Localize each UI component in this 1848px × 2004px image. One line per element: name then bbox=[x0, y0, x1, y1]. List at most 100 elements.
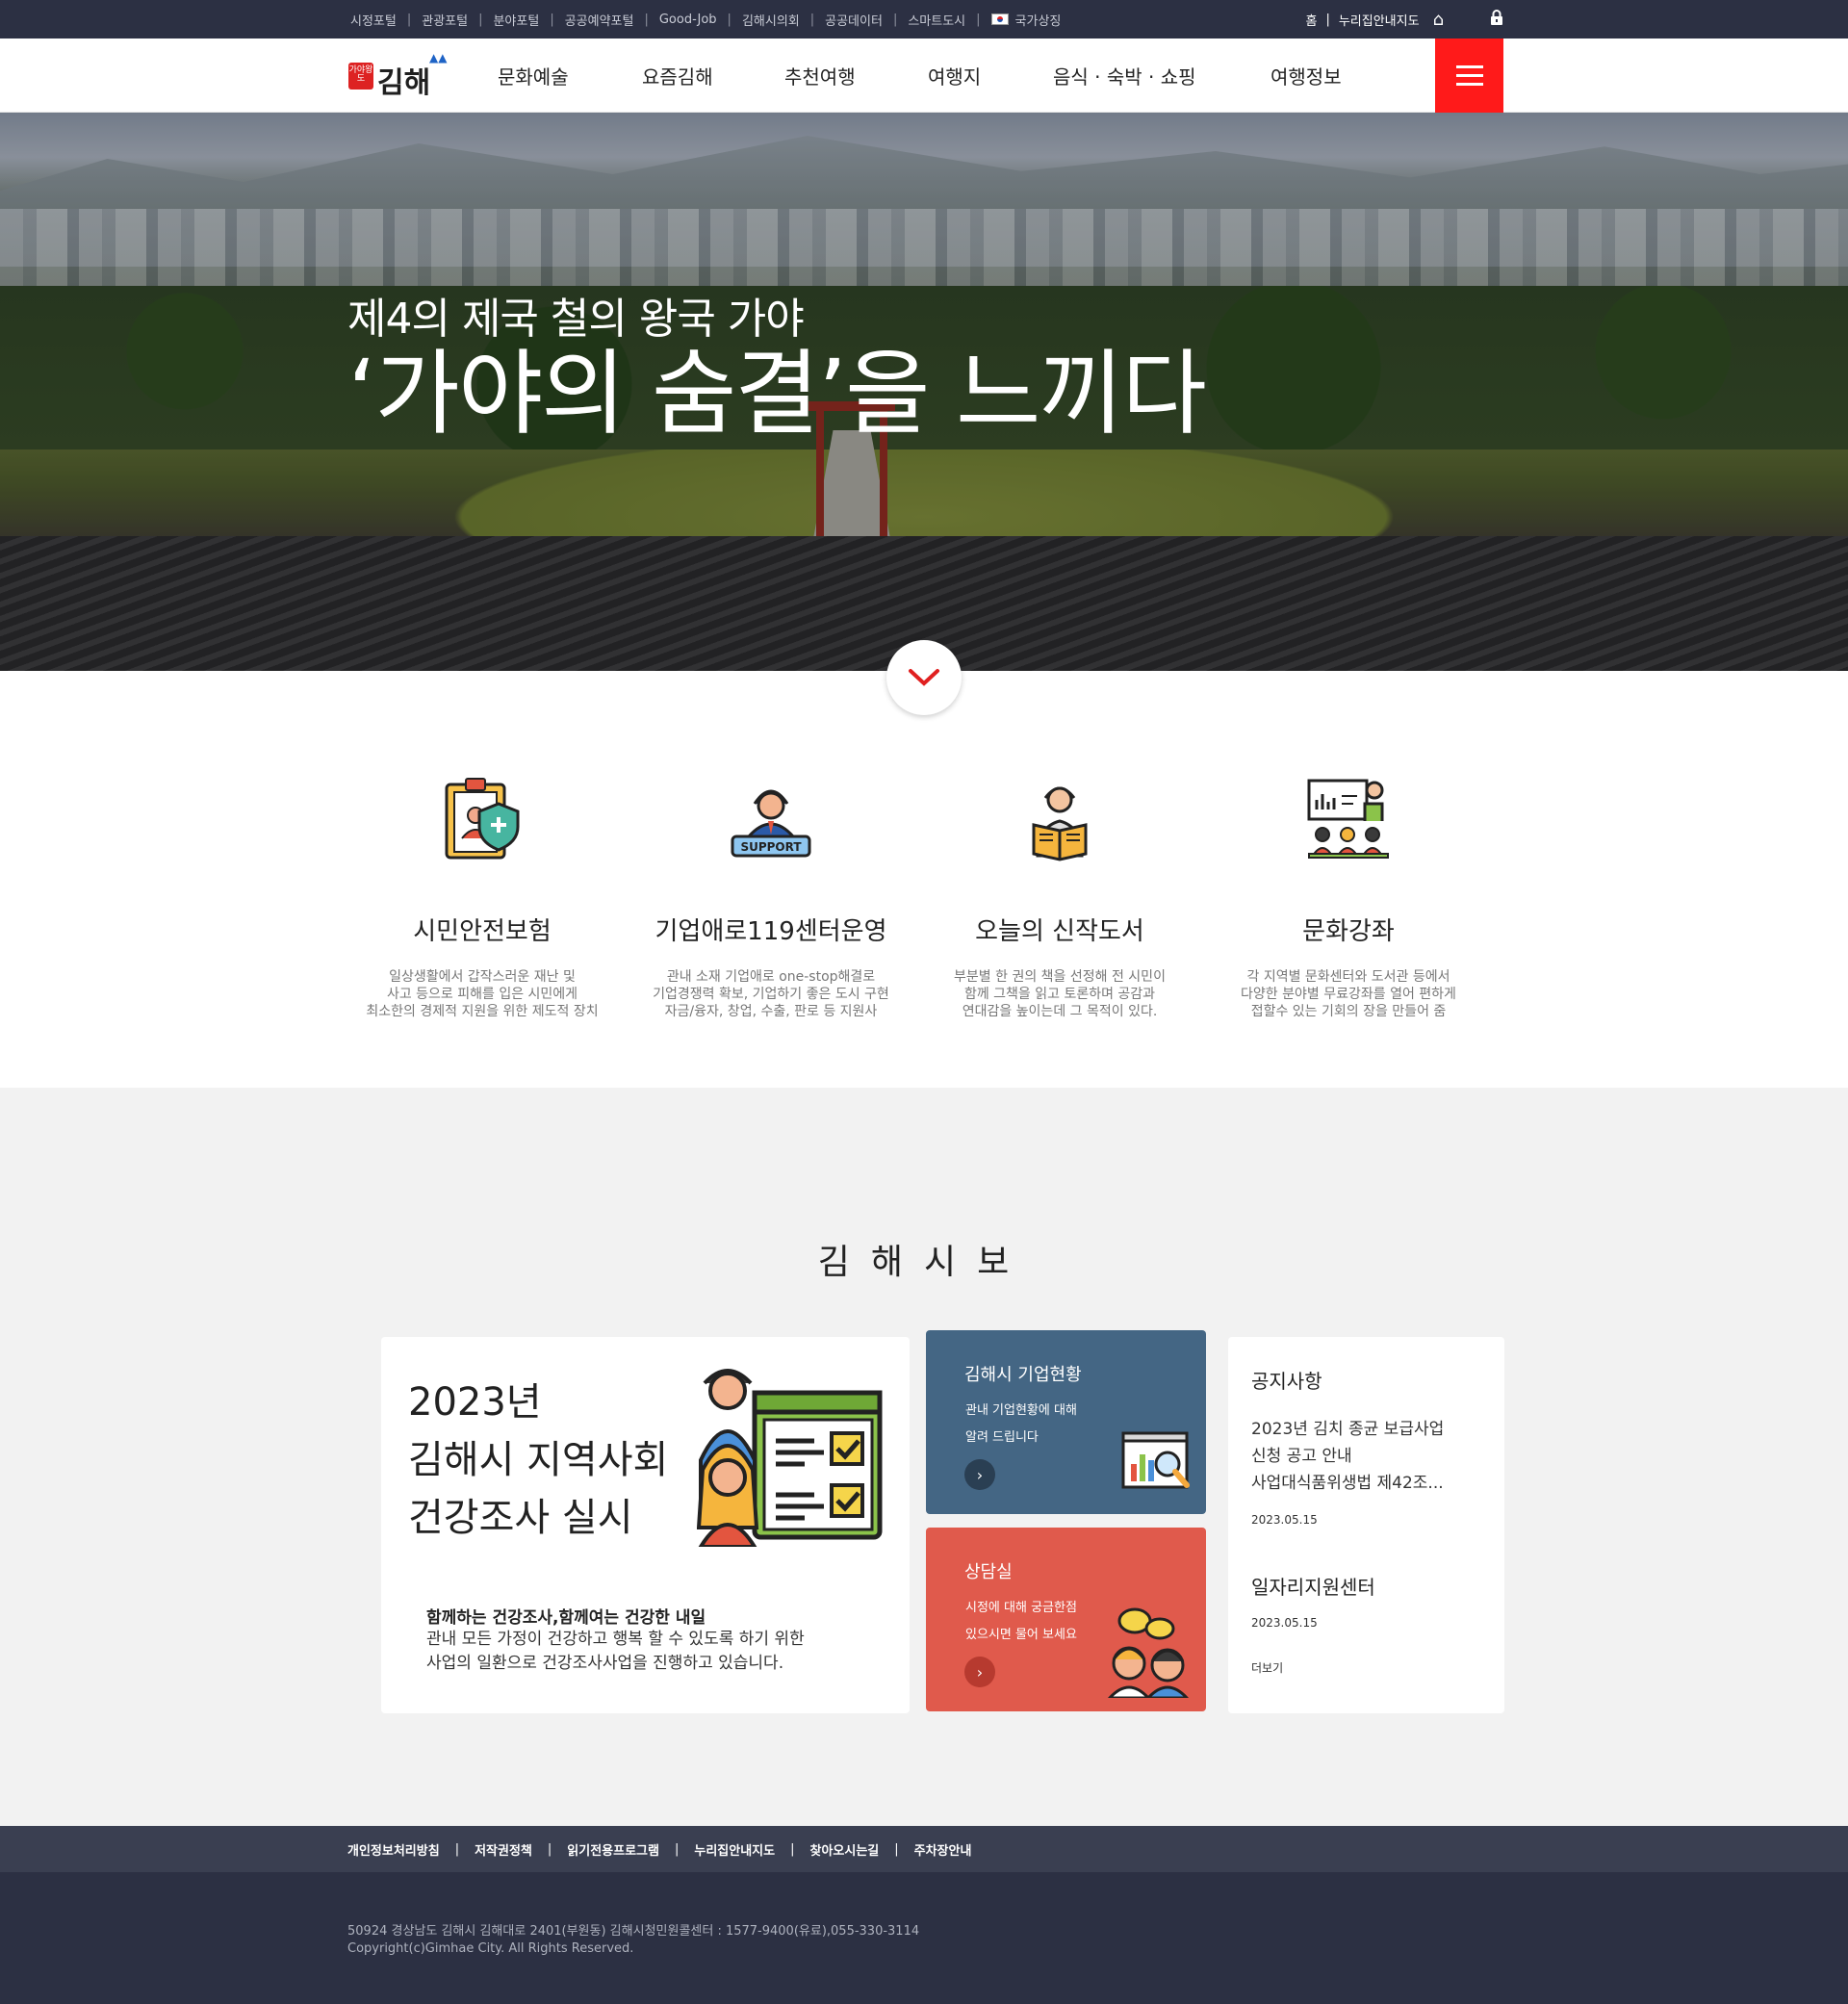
chevron-down-icon bbox=[909, 669, 939, 686]
service-desc: 관내 소재 기업애로 one-stop해결로 기업경쟁력 확보, 기업하기 좋은… bbox=[653, 969, 889, 1019]
service-title: 시민안전보험 bbox=[413, 917, 552, 946]
footer-link-directions[interactable]: 찾아오시는길 bbox=[809, 1840, 879, 1859]
gimhae-logo[interactable]: 가야왕도 김해 ▲▲ bbox=[348, 51, 454, 100]
service-title: 문화강좌 bbox=[1302, 917, 1395, 946]
portal-link[interactable]: 스마트도시 bbox=[908, 11, 965, 29]
portal-link[interactable]: 공공데이터 bbox=[825, 11, 883, 29]
logo-badge: 가야왕도 bbox=[348, 63, 373, 90]
chat-people-icon bbox=[1106, 1606, 1193, 1702]
reading-book-icon bbox=[1016, 775, 1103, 861]
service-desc: 부분별 한 권의 책을 선정해 전 시민이 함께 그책을 읽고 토론하며 공감과… bbox=[954, 969, 1166, 1019]
separator: | bbox=[790, 1841, 795, 1857]
card-title: 김해시 기업현황 bbox=[964, 1365, 1082, 1385]
separator: | bbox=[406, 12, 412, 27]
sitemap-link[interactable]: 누리집안내지도 bbox=[1339, 11, 1420, 29]
footer-link-privacy[interactable]: 개인정보처리방침 bbox=[347, 1840, 440, 1859]
more-link[interactable]: 더보기 bbox=[1251, 1659, 1283, 1676]
portal-link[interactable]: 시정포털 bbox=[350, 11, 397, 29]
card-desc: 시정에 대해 궁금한점 있으시면 물어 보세요 bbox=[965, 1601, 1077, 1642]
service-item[interactable]: 문화강좌 각 지역별 문화센터와 도서관 등에서 다양한 분야별 무료강좌를 열… bbox=[1219, 775, 1478, 1020]
logo-mark-icon: ▲▲ bbox=[429, 51, 448, 64]
separator: | bbox=[454, 1841, 460, 1857]
survey-checklist-icon bbox=[696, 1364, 889, 1549]
portal-link[interactable]: 관광포털 bbox=[422, 11, 468, 29]
card-title: 상담실 bbox=[964, 1562, 1013, 1582]
lecture-icon bbox=[1305, 775, 1392, 861]
hero-banner: 제4의 제국 철의 왕국 가야 ‘가야의 숨결’을 느끼다 bbox=[0, 113, 1848, 671]
separator: | bbox=[809, 12, 815, 27]
counseling-card[interactable]: 상담실 시정에 대해 궁금한점 있으시면 물어 보세요 › bbox=[926, 1528, 1206, 1711]
notice-date: 2023.05.15 bbox=[1251, 1513, 1318, 1527]
notice-card: 공지사항 2023년 김치 종균 보급사업 신청 공고 안내 사업대식품위생법 … bbox=[1228, 1337, 1504, 1713]
portal-link[interactable]: 김해시의회 bbox=[742, 11, 800, 29]
utility-bar: 시정포털 | 관광포털 | 분야포털 | 공공예약포털 | Good-Job | 김해시의… bbox=[0, 0, 1848, 39]
menu-icon[interactable] bbox=[1435, 39, 1503, 113]
safety-insurance-icon bbox=[439, 775, 526, 861]
separator: | bbox=[1325, 12, 1330, 27]
national-symbol-link[interactable]: 국가상징 bbox=[1015, 11, 1062, 29]
nav-item-recommended-trip[interactable]: 추천여행 bbox=[784, 39, 856, 113]
portal-links: 시정포털 | 관광포털 | 분야포털 | 공공예약포털 | Good-Job | 김해시의… bbox=[350, 0, 1061, 39]
footer-links: 개인정보처리방침 | 저작권정책 | 읽기전용프로그램 | 누리집안내지도 | 찾아오시… bbox=[347, 1840, 971, 1859]
svg-text:SUPPORT: SUPPORT bbox=[740, 840, 802, 854]
footer: 50924 경상남도 김해시 김해대로 2401(부원동) 김해시청민원콜센터 … bbox=[0, 1872, 1848, 2004]
separator: | bbox=[674, 1841, 680, 1857]
separator: | bbox=[892, 12, 898, 27]
service-item[interactable]: 시민안전보험 일상생활에서 갑작스러운 재난 및 사고 등으로 피해를 입은 시… bbox=[352, 775, 612, 1020]
nav-item-culture[interactable]: 문화예술 bbox=[498, 39, 569, 113]
footer-link-parking[interactable]: 주차장안내 bbox=[914, 1840, 972, 1859]
separator: | bbox=[976, 12, 981, 27]
featured-sub-text: 관내 모든 가정이 건강하고 행복 할 수 있도록 하기 위한 사업의 일환으로… bbox=[426, 1630, 805, 1673]
hero-subtitle: 제4의 제국 철의 왕국 가야 bbox=[347, 295, 805, 344]
korea-flag-icon bbox=[990, 13, 1009, 25]
nav-item-destinations[interactable]: 여행지 bbox=[928, 39, 981, 113]
service-desc: 각 지역별 문화센터와 도서관 등에서 다양한 분야별 무료강좌를 열어 편하게… bbox=[1241, 969, 1456, 1019]
gimhae-bulletin-section bbox=[0, 1088, 1848, 1826]
service-item[interactable]: 오늘의 신작도서 부분별 한 권의 책을 선정해 전 시민이 함께 그책을 읽고… bbox=[930, 775, 1190, 1020]
chevron-right-icon[interactable]: › bbox=[964, 1459, 995, 1490]
portal-link[interactable]: Good-Job bbox=[659, 13, 717, 27]
lock-icon[interactable] bbox=[1490, 9, 1503, 30]
utility-right: 홈 | 누리집안내지도 ⌂ bbox=[1305, 0, 1503, 39]
business-status-card[interactable]: 김해시 기업현황 관내 기업현황에 대해 알려 드립니다 › bbox=[926, 1330, 1206, 1514]
nav-item-travel-info[interactable]: 여행정보 bbox=[1270, 39, 1342, 113]
featured-headline: 2023년 김해시 지역사회 건강조사 실시 bbox=[408, 1380, 669, 1540]
notice-item[interactable]: 2023년 김치 종균 보급사업 신청 공고 안내 사업대식품위생법 제42조.… bbox=[1251, 1416, 1492, 1497]
featured-sub-bold: 함께하는 건강조사,함께여는 건강한 내일 bbox=[426, 1608, 706, 1628]
service-title: 오늘의 신작도서 bbox=[975, 917, 1144, 946]
logo-text: 김해 bbox=[377, 66, 431, 100]
job-center-date: 2023.05.15 bbox=[1251, 1616, 1318, 1630]
main-nav: 가야왕도 김해 ▲▲ 문화예술 요즘김해 추천여행 여행지 음식 · 숙박 · … bbox=[0, 39, 1848, 113]
nav-item-news[interactable]: 요즘김해 bbox=[642, 39, 713, 113]
nav-item-food-stay-shop[interactable]: 음식 · 숙박 · 쇼핑 bbox=[1053, 39, 1196, 113]
featured-news-card[interactable]: 2023년 김해시 지역사회 건강조사 실시 함께하는 건강조사,함께여는 건강… bbox=[381, 1337, 910, 1713]
portal-link[interactable]: 공공예약포털 bbox=[565, 11, 634, 29]
separator: | bbox=[727, 12, 732, 27]
separator: | bbox=[478, 12, 483, 27]
scroll-down-button[interactable] bbox=[886, 640, 962, 715]
footer-link-viewer[interactable]: 읽기전용프로그램 bbox=[567, 1840, 659, 1859]
analytics-report-icon bbox=[1119, 1427, 1193, 1504]
home-icon[interactable]: ⌂ bbox=[1433, 10, 1444, 30]
service-list: 시민안전보험 일상생활에서 갑작스러운 재난 및 사고 등으로 피해를 입은 시… bbox=[346, 775, 1502, 1035]
home-link[interactable]: 홈 bbox=[1305, 11, 1317, 29]
separator: | bbox=[550, 12, 554, 27]
separator: | bbox=[894, 1841, 899, 1857]
separator: | bbox=[547, 1841, 552, 1857]
footer-link-copyright[interactable]: 저작권정책 bbox=[475, 1840, 532, 1859]
service-item[interactable]: SUPPORT 기업애로119센터운영 관내 소재 기업애로 one-stop해… bbox=[641, 775, 901, 1020]
footer-address: 50924 경상남도 김해시 김해대로 2401(부원동) 김해시청민원콜센터 … bbox=[347, 1924, 920, 1956]
chevron-right-icon[interactable]: › bbox=[964, 1657, 995, 1687]
footer-links-bar: 개인정보처리방침 | 저작권정책 | 읽기전용프로그램 | 누리집안내지도 | 찾아오시… bbox=[0, 1826, 1848, 1872]
separator: | bbox=[644, 12, 649, 27]
job-center-title[interactable]: 일자리지원센터 bbox=[1251, 1572, 1375, 1600]
footer-link-sitemap[interactable]: 누리집안내지도 bbox=[694, 1840, 775, 1859]
service-title: 기업애로119센터운영 bbox=[654, 917, 887, 946]
notice-title[interactable]: 공지사항 bbox=[1251, 1366, 1322, 1394]
hero-title: ‘가야의 숨결’을 느끼다 bbox=[347, 340, 1207, 448]
support-agent-icon: SUPPORT bbox=[728, 775, 814, 861]
service-desc: 일상생활에서 갑작스러운 재난 및 사고 등으로 피해를 입은 시민에게 최소한… bbox=[366, 969, 599, 1019]
portal-link[interactable]: 분야포털 bbox=[493, 11, 539, 29]
card-desc: 관내 기업현황에 대해 알려 드립니다 bbox=[965, 1403, 1077, 1445]
section-title: 김해시보 bbox=[817, 1243, 1031, 1282]
